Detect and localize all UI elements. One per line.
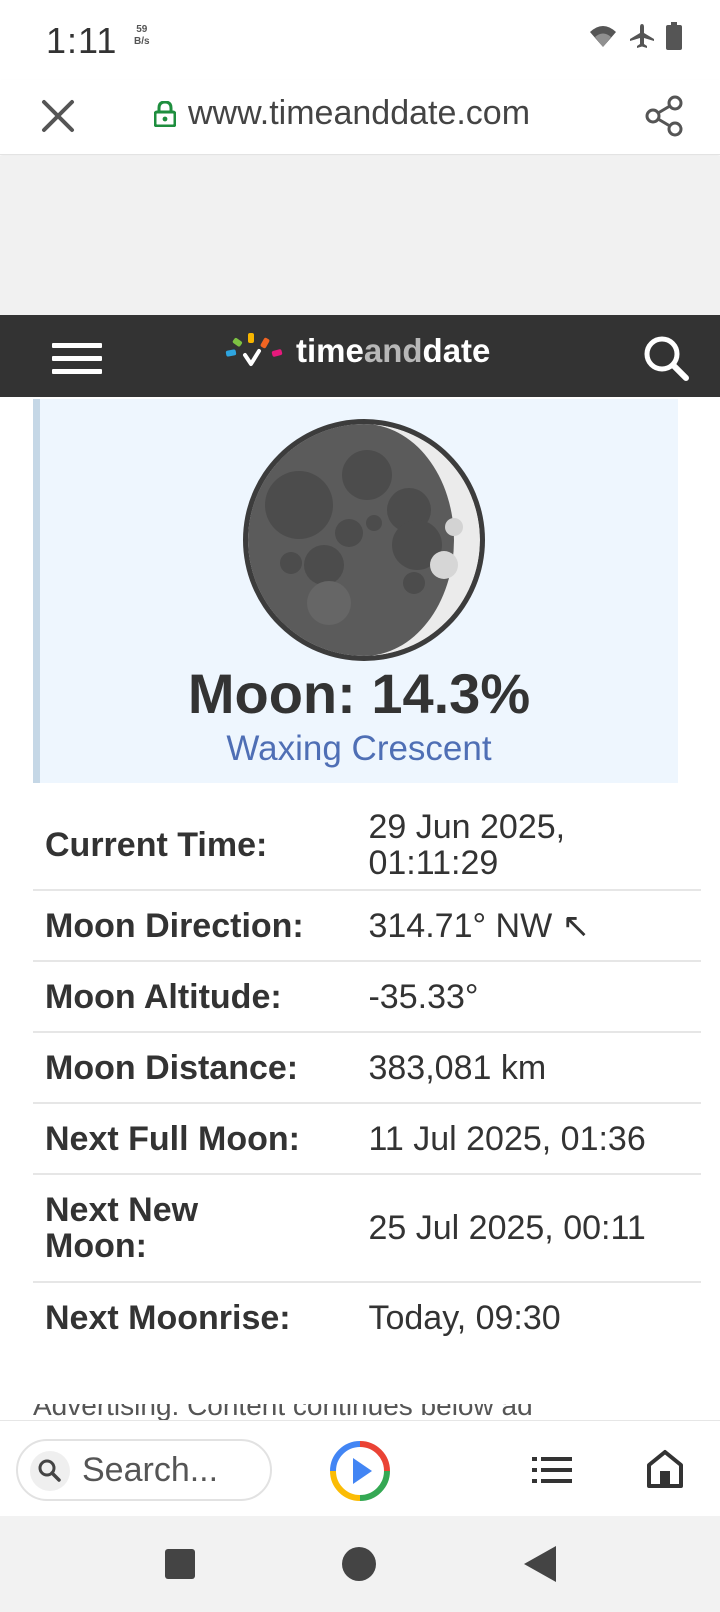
network-speed-value: 59: [136, 24, 148, 35]
url-text: www.timeanddate.com: [188, 94, 531, 132]
network-speed-unit: B/s: [134, 36, 150, 47]
search-icon: [30, 1451, 70, 1491]
row-value-next-full-moon: 11 Jul 2025, 01:36: [368, 1119, 646, 1158]
airplane-mode-icon: [630, 24, 654, 48]
search-placeholder: Search...: [82, 1451, 219, 1489]
moon-illumination: Moon: 14.3%: [187, 662, 531, 725]
table-row: Current Time: 29 Jun 2025, 01:11:29: [33, 800, 701, 890]
network-speed: 59 B/s: [134, 24, 150, 48]
list-icon[interactable]: [532, 1453, 572, 1487]
row-label-next-moonrise: Next Moonrise:: [45, 1298, 291, 1337]
android-nav-bar: [0, 1516, 720, 1612]
moon-phase-link[interactable]: Waxing Crescent: [40, 729, 678, 769]
row-label-current-time: Current Time:: [45, 825, 268, 864]
share-icon[interactable]: [642, 94, 686, 138]
close-icon[interactable]: [38, 96, 78, 136]
logo-icon: [225, 333, 283, 366]
moon-phase-card: Moon: 14.3% Waxing Crescent: [33, 399, 678, 783]
recents-icon[interactable]: [165, 1549, 195, 1579]
home-circle-icon[interactable]: [342, 1547, 376, 1581]
status-bar: 1:11 59 B/s: [0, 0, 720, 80]
browser-url-bar: www.timeanddate.com: [0, 80, 720, 155]
row-label-moon-altitude: Moon Altitude:: [45, 977, 282, 1016]
row-value-next-moonrise: Today, 09:30: [368, 1298, 561, 1337]
row-label-moon-distance: Moon Distance:: [45, 1048, 299, 1087]
ad-notice: Advertising: Content continues below ad: [33, 1404, 693, 1420]
wifi-icon: [590, 26, 616, 47]
ad-notice-text: Advertising: Content continues below ad: [33, 1404, 533, 1420]
logo-and: and: [363, 332, 423, 369]
table-row: Next Moonrise: Today, 09:30: [33, 1282, 701, 1352]
url-display[interactable]: www.timeanddate.com: [154, 94, 530, 133]
site-logo[interactable]: timeanddate: [224, 331, 490, 371]
table-row: Next New Moon: 25 Jul 2025, 00:11: [33, 1174, 701, 1282]
row-label-next-full-moon: Next Full Moon:: [45, 1119, 300, 1158]
logo-time: time: [296, 332, 364, 369]
status-icons: [588, 22, 682, 50]
menu-icon[interactable]: [52, 343, 102, 377]
moon-phase-image: [243, 419, 485, 661]
table-row: Moon Altitude: -35.33°: [33, 961, 701, 1032]
row-value-next-new-moon: 25 Jul 2025, 00:11: [368, 1209, 646, 1247]
table-row: Next Full Moon: 11 Jul 2025, 01:36: [33, 1103, 701, 1174]
logo-wordmark: timeanddate: [296, 332, 490, 370]
home-icon[interactable]: [646, 1449, 684, 1489]
logo-date: date: [422, 332, 491, 369]
row-value-moon-distance: 383,081 km: [368, 1048, 547, 1087]
search-icon[interactable]: [642, 334, 690, 382]
status-time: 1:11: [46, 20, 118, 61]
table-row: Moon Distance: 383,081 km: [33, 1032, 701, 1103]
table-row: Moon Direction: 314.71° NW ↖: [33, 890, 701, 961]
row-value-moon-direction: 314.71° NW ↖: [368, 906, 591, 945]
row-label-moon-direction: Moon Direction:: [45, 906, 304, 945]
play-icon[interactable]: [330, 1441, 390, 1501]
site-header: timeanddate: [0, 315, 720, 397]
row-value-current-time: 29 Jun 2025, 01:11:29: [368, 807, 566, 882]
search-box[interactable]: Search...: [16, 1439, 272, 1501]
browser-bottom-bar: Search...: [0, 1420, 720, 1516]
ad-space: [0, 156, 720, 315]
battery-icon: [666, 22, 682, 50]
row-value-moon-altitude: -35.33°: [368, 977, 479, 1016]
moon-info-table: Current Time: 29 Jun 2025, 01:11:29 Moon…: [33, 800, 701, 1352]
lock-icon: [154, 100, 176, 127]
row-label-next-new-moon: Next New Moon:: [45, 1191, 199, 1265]
back-icon[interactable]: [524, 1546, 556, 1582]
